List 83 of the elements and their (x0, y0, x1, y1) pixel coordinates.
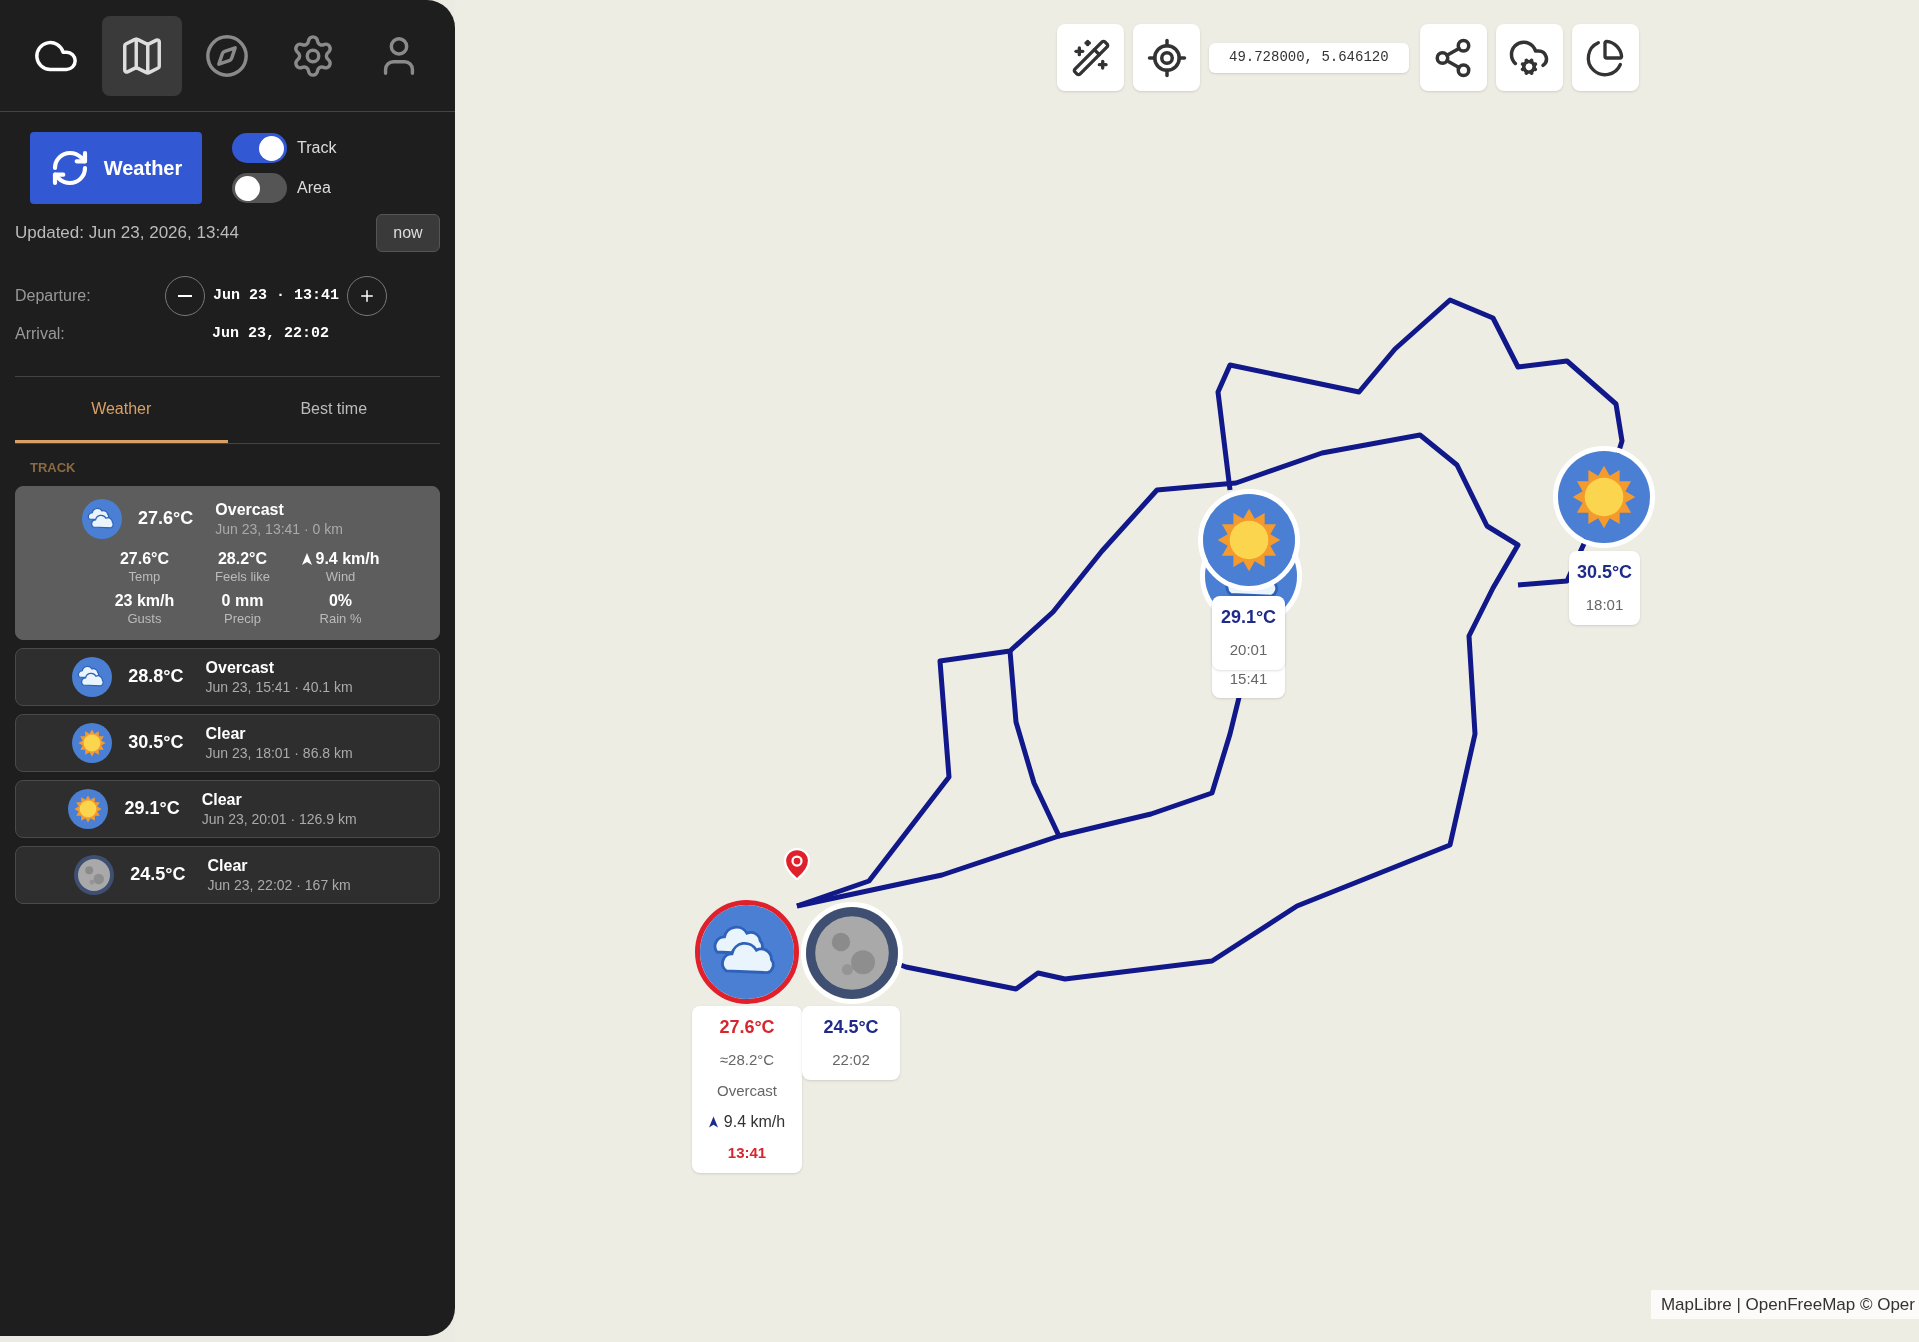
toggle-label: Track (297, 138, 337, 158)
forecast-temperature: 29.1°C (124, 797, 180, 820)
forecast-card[interactable]: 30.5°C Clear Jun 23, 18:01 · 86.8 km (15, 713, 440, 772)
forecast-card[interactable]: 27.6°C Overcast Jun 23, 13:41 · 0 km 27.6°C Temp 28.2°C Feels like 9.4 km/h Wind 23 km/h Gusts 0 mm Precip 0% Rain % (15, 485, 440, 640)
forecast-time-distance: Jun 23, 13:41 · 0 km (215, 519, 343, 538)
forecast-condition: Overcast (215, 499, 285, 520)
detail-label: Feels like (215, 568, 270, 585)
detail-label: Precip (224, 610, 261, 627)
detail-value: 27.6°C (119, 548, 169, 569)
nav-tab[interactable] (101, 15, 182, 96)
forecast-card[interactable]: 24.5°C Clear Jun 23, 22:02 · 167 km (15, 845, 440, 904)
forecast-condition: Overcast (205, 657, 276, 678)
magic-wand-button[interactable] (1057, 24, 1124, 91)
marker-temperature: 30.5°C (1576, 561, 1633, 584)
toggle-label: Area (297, 178, 331, 198)
detail-label: Temp (128, 568, 161, 585)
cloud-weather-icon (82, 498, 123, 539)
marker-time: 13:41 (727, 1143, 767, 1163)
wind-direction-icon (301, 552, 312, 565)
chart-button[interactable] (1571, 24, 1639, 91)
detail-label: Gusts (127, 610, 162, 627)
coordinates-field: 49.728000, 5.646120 (1209, 42, 1409, 73)
detail-value: 9.4 km/h (315, 548, 380, 569)
detail-label: Wind (325, 568, 356, 585)
detail-value: 0% (328, 590, 353, 611)
sun-weather-icon (68, 788, 109, 829)
forecast-temperature: 24.5°C (130, 863, 186, 886)
locate-button[interactable] (1133, 24, 1200, 91)
minus-icon (178, 295, 192, 297)
wind-direction-icon (708, 1116, 718, 1128)
refresh-weather-button[interactable]: Weather (30, 132, 202, 204)
share-button[interactable] (1419, 24, 1487, 91)
panel-tab[interactable]: Weather (15, 377, 228, 443)
forecast-time-distance: Jun 23, 18:01 · 86.8 km (205, 743, 353, 762)
arrival-label: Arrival: (15, 324, 66, 344)
cloud-settings-button[interactable] (1495, 24, 1563, 91)
marker-time: 22:02 (832, 1050, 870, 1070)
weather-marker[interactable] (695, 900, 799, 1004)
cloud-weather-icon (700, 905, 794, 999)
forecast-condition: Clear (205, 723, 247, 744)
departure-label: Departure: (15, 286, 92, 306)
detail-value: 23 km/h (114, 590, 175, 611)
toggle-switch[interactable] (232, 173, 287, 203)
forecast-temperature: 28.8°C (128, 665, 184, 688)
sun-weather-icon (72, 722, 113, 763)
compass-icon (204, 32, 251, 79)
crosshair-icon (1145, 36, 1188, 79)
marker-time: 15:41 (1229, 668, 1268, 689)
forecast-temperature: 30.5°C (128, 731, 184, 754)
marker-temperature: 24.5°C (823, 1016, 879, 1039)
forecast-time-distance: Jun 23, 22:02 · 167 km (207, 875, 351, 894)
arrival-time: Jun 23, 22:02 (212, 323, 330, 344)
marker-wind: 9.4 km/h (723, 1112, 786, 1132)
detail-value: 0 mm (221, 590, 264, 611)
marker-temperature: 27.6°C (719, 1016, 775, 1039)
marker-temperature: 29.1°C (1220, 606, 1277, 629)
marker-time: 18:01 (1585, 595, 1624, 615)
cloud-weather-icon (72, 656, 113, 697)
moon-weather-icon (806, 907, 898, 999)
marker-feels-like: ≈28.2°C (719, 1050, 775, 1070)
forecast-temperature: 27.6°C (138, 507, 194, 530)
detail-label: Rain % (319, 610, 362, 627)
marker-condition: Overcast (717, 1080, 777, 1101)
moon-weather-icon (74, 854, 115, 895)
toggle-switch[interactable] (232, 133, 287, 163)
updated-timestamp: Updated: Jun 23, 2026, 13:44 (15, 222, 239, 245)
forecast-condition: Clear (201, 789, 243, 810)
section-heading: TRACK (29, 459, 77, 477)
departure-time: Jun 23 · 13:41 (212, 285, 341, 306)
forecast-time-distance: Jun 23, 15:41 · 40.1 km (205, 677, 353, 696)
sun-weather-icon (1203, 494, 1295, 586)
marker-time: 20:01 (1229, 640, 1268, 660)
forecast-card[interactable]: 29.1°C Clear Jun 23, 20:01 · 126.9 km (15, 779, 440, 838)
pie-chart-icon (1585, 37, 1626, 78)
panel-tab[interactable]: Best time (227, 377, 440, 443)
magic-wand-icon (1070, 37, 1111, 78)
map-attribution: MapLibre | OpenFreeMap © Oper (1650, 1289, 1919, 1319)
detail-value: 28.2°C (217, 548, 268, 569)
now-button[interactable]: now (376, 214, 440, 252)
forecast-card[interactable]: 28.8°C Overcast Jun 23, 15:41 · 40.1 km (15, 647, 440, 706)
forecast-condition: Clear (207, 855, 249, 876)
forecast-time-distance: Jun 23, 20:01 · 126.9 km (201, 809, 357, 828)
sun-weather-icon (1558, 451, 1650, 543)
